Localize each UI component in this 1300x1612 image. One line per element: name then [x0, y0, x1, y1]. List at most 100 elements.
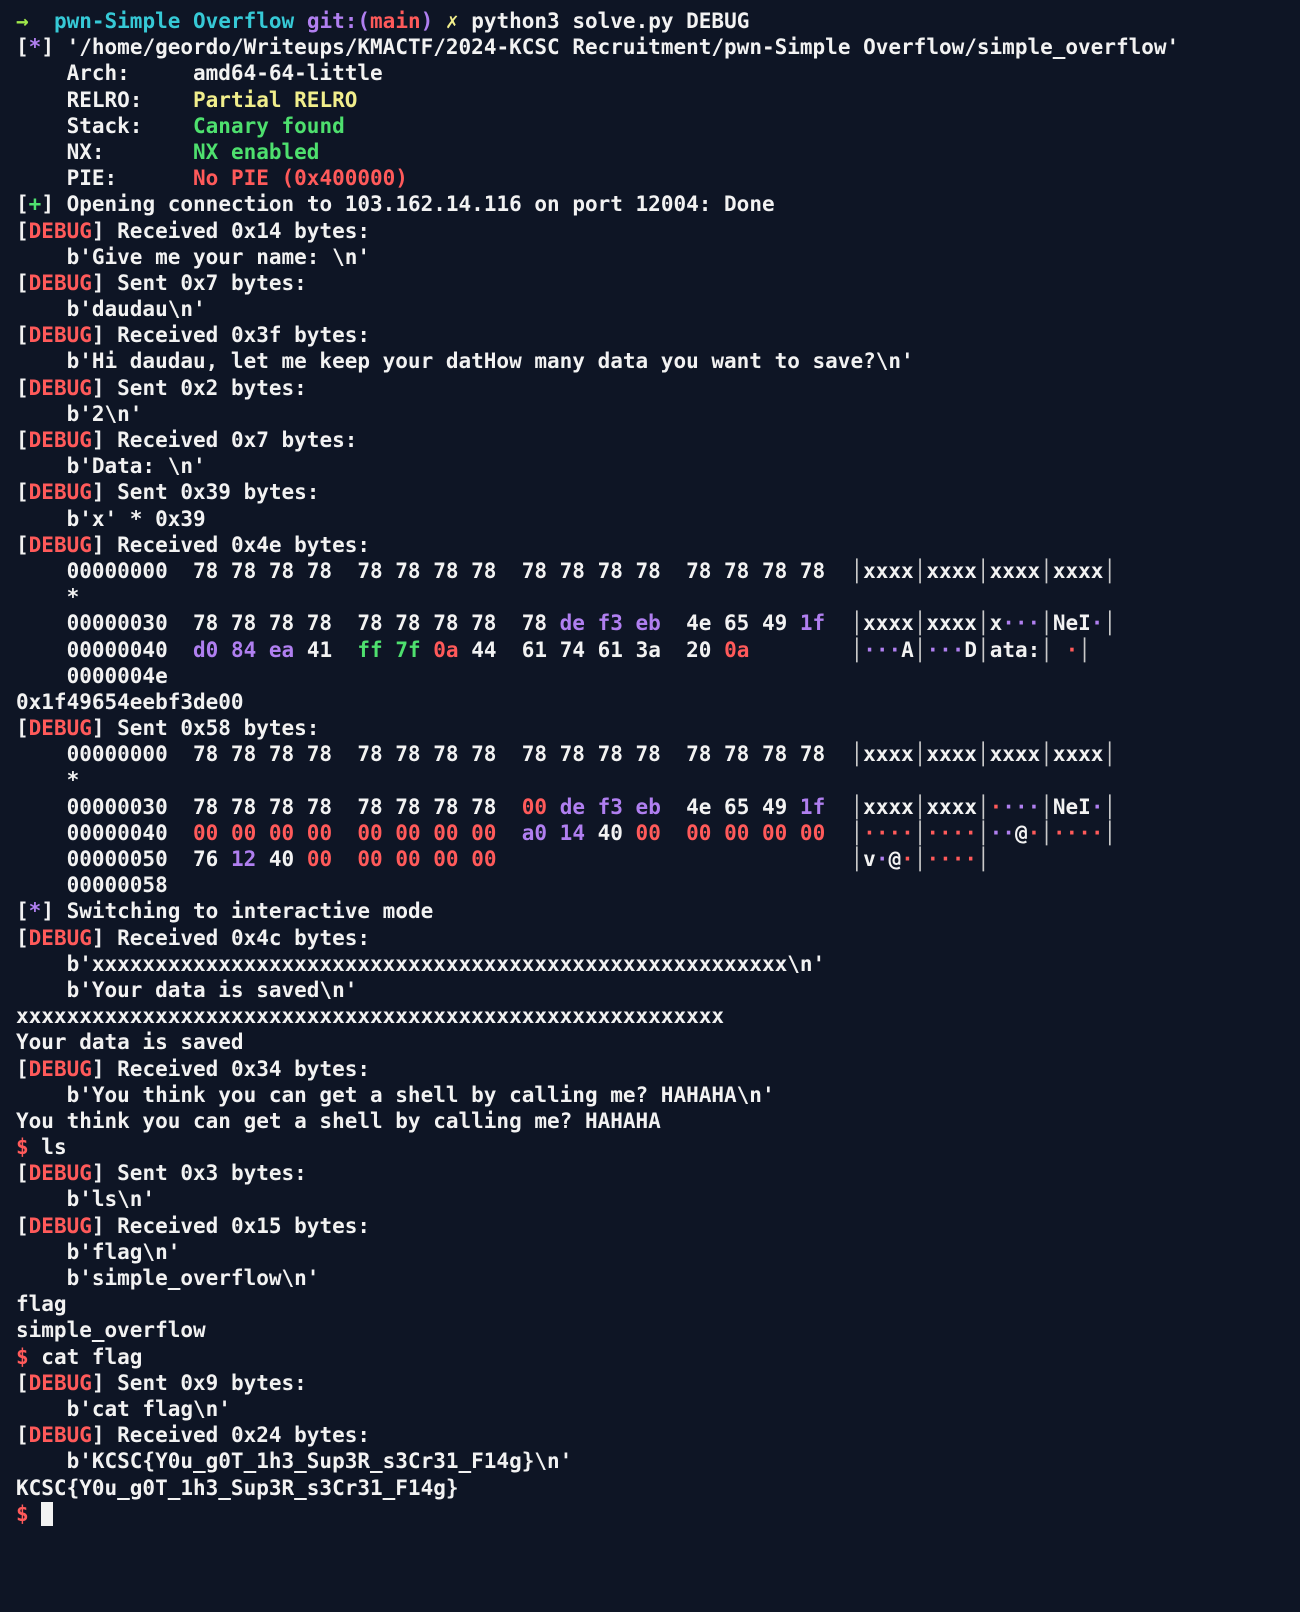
- terminal-text: [: [16, 925, 29, 950]
- terminal-text: Stack:: [16, 113, 194, 138]
- terminal-text: 1f: [799, 611, 826, 636]
- terminal-text: flag: [16, 1292, 67, 1317]
- terminal-text: ] Sent 0x3 bytes:: [91, 1161, 307, 1186]
- terminal-text: b'simple_overflow\n': [16, 1266, 320, 1290]
- terminal-text: 1f: [799, 794, 826, 819]
- terminal-text: DEBUG: [28, 925, 92, 950]
- terminal-text: ] Received 0x15 bytes:: [91, 1213, 371, 1238]
- terminal-text: Your data is saved: [16, 1030, 244, 1055]
- terminal-text: ] Received 0x34 bytes:: [91, 1056, 371, 1081]
- terminal-text: ·: [901, 847, 914, 871]
- terminal-text: xxxx: [863, 742, 914, 767]
- terminal-text: │: [976, 611, 990, 636]
- terminal-text: pwn-Simple Overflow: [53, 9, 307, 33]
- terminal-text: [: [16, 375, 29, 400]
- terminal-text: [: [16, 716, 29, 741]
- terminal-text: │: [913, 611, 927, 636]
- terminal-text: de f3 eb: [559, 611, 661, 636]
- terminal-text: │: [850, 611, 864, 636]
- terminal-text: NeI: [1052, 794, 1091, 819]
- terminal-text: ] Received 0x4c bytes:: [91, 925, 371, 950]
- terminal-text: ····: [926, 820, 977, 845]
- terminal-text: Canary found: [193, 113, 345, 138]
- terminal-text: @: [888, 847, 902, 871]
- terminal-line: 00000050 76 12 40 00 00 00 00 00 │v·@·│·…: [16, 846, 1296, 872]
- terminal-line: $ cat flag: [16, 1344, 1296, 1370]
- terminal-text: 41: [294, 637, 358, 662]
- terminal-text: DEBUG: [28, 375, 92, 400]
- terminal-text: b'flag\n': [16, 1239, 181, 1264]
- terminal-text: [: [16, 270, 29, 295]
- terminal-text: [: [16, 323, 29, 348]
- terminal-line: $ ls: [16, 1134, 1296, 1160]
- terminal-text: │: [977, 847, 990, 871]
- terminal-text: ·: [875, 847, 889, 871]
- terminal-text: 00000000 78 78 78 78 78 78 78 78 78 78 7…: [16, 558, 851, 583]
- terminal-text: ata:: [989, 637, 1041, 662]
- terminal-line: b'daudau\n': [16, 296, 1296, 322]
- terminal-text: ] Received 0x24 bytes:: [91, 1423, 371, 1448]
- terminal-text: 00 00 00 00 00 00 00 00: [193, 820, 497, 845]
- terminal-line: [DEBUG] Sent 0x39 bytes:: [16, 479, 1296, 505]
- terminal-text: ····: [926, 847, 978, 871]
- terminal-text: │: [913, 847, 927, 871]
- terminal-text: [: [16, 1423, 29, 1448]
- terminal-line: b'Data: \n': [16, 453, 1296, 479]
- terminal-text: │: [1040, 794, 1053, 819]
- terminal-text: b'daudau\n': [16, 297, 206, 322]
- terminal-line: b'xxxxxxxxxxxxxxxxxxxxxxxxxxxxxxxxxxxxxx…: [16, 951, 1296, 977]
- terminal-text: simple_overflow: [16, 1318, 206, 1343]
- terminal-text: ·: [1090, 794, 1104, 819]
- terminal-text: 00000050 76: [16, 847, 231, 871]
- terminal-text: DEBUG: [28, 716, 92, 741]
- terminal-text: 00000030 78 78 78 78 78 78 78 78: [16, 794, 522, 819]
- terminal-text: b'2\n': [16, 401, 143, 426]
- terminal-text: 0x1f49654eebf3de00: [16, 689, 244, 714]
- terminal-text: Partial RELRO: [193, 87, 358, 112]
- terminal-line: Stack: Canary found: [16, 113, 1296, 139]
- terminal-line: b'simple_overflow\n': [16, 1265, 1296, 1291]
- terminal-text: [: [16, 480, 29, 505]
- terminal-text: 0000004e: [16, 663, 168, 688]
- terminal-line: [DEBUG] Sent 0x7 bytes:: [16, 270, 1296, 296]
- terminal-line: *: [16, 767, 1296, 793]
- terminal-text: ] Received 0x14 bytes:: [91, 218, 371, 243]
- terminal-text: b'KCSC{Y0u_g0T_1h3_Sup3R_s3Cr31_F14g}\n': [16, 1449, 573, 1474]
- terminal-text: DEBUG: [28, 532, 92, 557]
- terminal-text: +: [28, 192, 42, 217]
- terminal-text: 00000030 78 78 78 78 78 78 78 78 78: [16, 611, 560, 636]
- terminal-text: ] Sent 0x7 bytes:: [91, 270, 307, 295]
- terminal-text: You think you can get a shell by calling…: [16, 1108, 661, 1133]
- terminal-text: xxxx: [1052, 742, 1104, 767]
- terminal-text: ·: [1090, 611, 1104, 636]
- terminal-text: 40: [584, 820, 636, 845]
- terminal-text: NeI: [1052, 611, 1091, 636]
- terminal-line: [DEBUG] Sent 0x9 bytes:: [16, 1370, 1296, 1396]
- terminal-text: *: [16, 585, 80, 610]
- terminal-line: [DEBUG] Received 0x4c bytes:: [16, 925, 1296, 951]
- terminal-text: ···: [1002, 611, 1041, 636]
- terminal-line: [DEBUG] Received 0x15 bytes:: [16, 1213, 1296, 1239]
- terminal-text: v: [863, 847, 876, 871]
- terminal-text: 00: [635, 820, 661, 845]
- terminal-text: DEBUG: [28, 428, 92, 452]
- terminal-line: [+] Opening connection to 103.162.14.116…: [16, 191, 1296, 217]
- shell-prompt-line[interactable]: $: [16, 1501, 1296, 1527]
- terminal-text: 00: [521, 794, 548, 819]
- terminal-text: │: [1040, 742, 1053, 767]
- terminal-line: 00000040 d0 84 ea 41 ff 7f 0a 44 61 74 6…: [16, 637, 1296, 663]
- terminal-line: b'x' * 0x39: [16, 506, 1296, 532]
- prompt-symbol: $: [16, 1501, 42, 1526]
- terminal-line: [DEBUG] Received 0x34 bytes:: [16, 1056, 1296, 1082]
- terminal-text: │: [850, 847, 864, 871]
- terminal-text: │: [976, 794, 990, 819]
- terminal-text: [: [16, 899, 29, 924]
- terminal-line: xxxxxxxxxxxxxxxxxxxxxxxxxxxxxxxxxxxxxxxx…: [16, 1003, 1296, 1029]
- terminal-line: [DEBUG] Received 0x7 bytes:: [16, 427, 1296, 453]
- terminal-text: A: [901, 637, 914, 662]
- terminal-text: │: [1040, 637, 1053, 662]
